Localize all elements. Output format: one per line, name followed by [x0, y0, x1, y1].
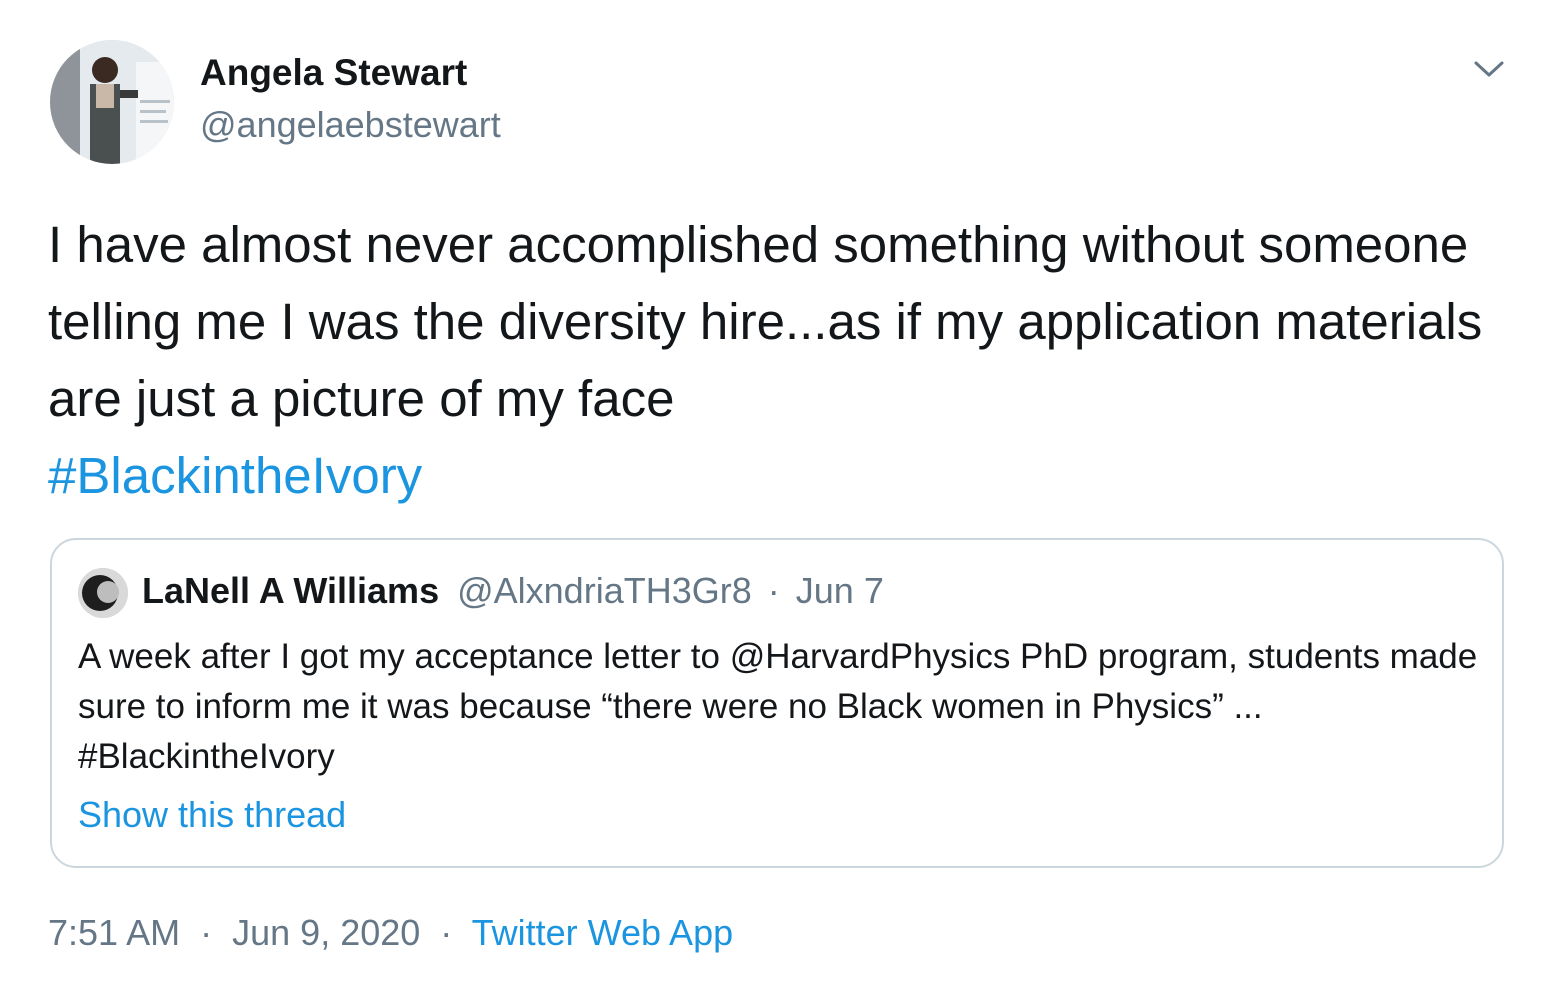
author-avatar-image [50, 40, 174, 164]
quoted-separator: · [767, 570, 780, 611]
tweet-time[interactable]: 7:51 AM [48, 912, 180, 953]
quoted-header: LaNell A Williams @AlxndriaTH3Gr8 · Jun … [142, 570, 884, 612]
meta-separator-1: · [200, 912, 213, 953]
quoted-author-name[interactable]: LaNell A Williams [142, 570, 439, 611]
quoted-date[interactable]: Jun 7 [796, 570, 884, 611]
author-name[interactable]: Angela Stewart [200, 52, 467, 94]
tweet: Angela Stewart @angelaebstewart I have a… [0, 0, 1556, 982]
quoted-author-handle[interactable]: @AlxndriaTH3Gr8 [457, 570, 752, 611]
tweet-meta: 7:51 AM · Jun 9, 2020 · Twitter Web App [48, 912, 733, 954]
tweet-hashtag-link[interactable]: #BlackintheIvory [48, 437, 1488, 514]
chevron-down-icon[interactable] [1470, 52, 1508, 86]
tweet-body: I have almost never accomplished somethi… [48, 216, 1483, 427]
quoted-author-avatar[interactable] [78, 568, 128, 618]
meta-separator-2: · [440, 912, 453, 953]
show-thread-link[interactable]: Show this thread [78, 794, 346, 836]
quoted-text: A week after I got my acceptance letter … [78, 637, 1478, 776]
tweet-date[interactable]: Jun 9, 2020 [232, 912, 420, 953]
quoted-tweet[interactable]: LaNell A Williams @AlxndriaTH3Gr8 · Jun … [50, 538, 1504, 868]
quoted-author-avatar-image [78, 568, 128, 618]
author-handle[interactable]: @angelaebstewart [200, 104, 501, 146]
author-avatar[interactable] [50, 40, 174, 164]
tweet-source-link[interactable]: Twitter Web App [472, 912, 733, 953]
tweet-text: I have almost never accomplished somethi… [48, 206, 1488, 514]
